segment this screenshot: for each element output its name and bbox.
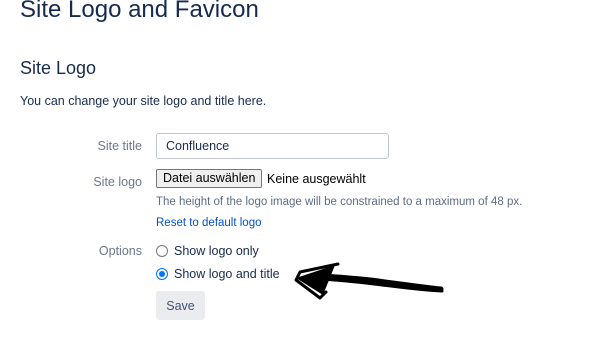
choose-file-button[interactable]: Datei auswählen	[156, 169, 263, 188]
option-show-logo-and-title[interactable]: Show logo and title	[156, 266, 280, 282]
option-label: Show logo and title	[174, 267, 280, 281]
radio-show-logo-and-title[interactable]	[156, 268, 168, 280]
options-label: Options	[98, 244, 142, 258]
admin-page: Site Logo and Favicon Site Logo You can …	[0, 0, 591, 355]
radio-show-logo-only[interactable]	[156, 245, 168, 257]
page-title: Site Logo and Favicon	[20, 0, 259, 23]
logo-help-text: The height of the logo image will be con…	[156, 196, 523, 208]
section-title: Site Logo	[20, 58, 97, 78]
option-label: Show logo only	[174, 244, 259, 258]
section-description: You can change your site logo and title …	[20, 94, 267, 108]
site-logo-label: Site logo	[93, 175, 142, 189]
save-button[interactable]: Save	[156, 291, 205, 320]
reset-logo-link[interactable]: Reset to default logo	[156, 216, 262, 230]
option-show-logo-only[interactable]: Show logo only	[156, 243, 259, 259]
site-title-input[interactable]	[156, 133, 389, 159]
site-title-label: Site title	[97, 139, 142, 153]
file-status-text: Keine ausgewählt	[267, 172, 366, 186]
